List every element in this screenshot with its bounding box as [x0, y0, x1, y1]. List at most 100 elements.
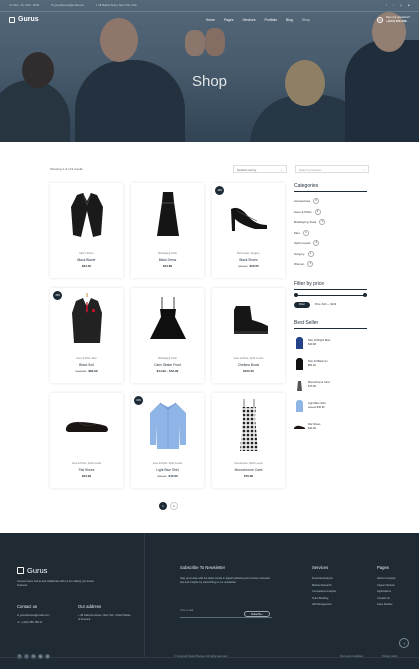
page-1-button[interactable]: 1 — [159, 502, 167, 510]
product-name[interactable]: Monochrome Cami — [212, 468, 285, 472]
facebook-icon[interactable]: f — [386, 4, 387, 7]
product-category[interactable]: Axes & Picks, Men — [50, 357, 123, 360]
category-item[interactable]: Surgery 1 — [294, 249, 369, 260]
menu-item-portfolio[interactable]: Portfolio — [265, 18, 277, 22]
facebook-icon[interactable]: f — [17, 654, 22, 659]
product-name[interactable]: Cami Skater Front — [131, 363, 204, 367]
product-card[interactable]: Accessories, Spirit Levels Monochrome Ca… — [212, 393, 285, 488]
twitter-icon[interactable]: t — [24, 654, 29, 659]
best-seller-thumb[interactable] — [294, 421, 305, 433]
product-image-flat-shoes[interactable] — [50, 393, 123, 457]
call-box[interactable]: ☏ Have Any Questions? +(123) 456-789 — [376, 16, 410, 23]
best-seller-item[interactable]: Monochrome Cami $70.99 — [294, 375, 369, 396]
product-name[interactable]: Black Blazer — [50, 258, 123, 262]
menu-item-blog[interactable]: Blog — [286, 18, 293, 22]
services-link[interactable]: Competitive Analysis — [312, 590, 336, 597]
menu-item-shop[interactable]: Shop — [302, 18, 310, 22]
logo[interactable]: Gurus — [9, 16, 39, 23]
instagram-icon[interactable]: ◎ — [400, 4, 402, 7]
product-category[interactable]: Axes & Picks, Spirit Levels — [50, 462, 123, 465]
slider-min-handle[interactable] — [294, 293, 298, 297]
instagram-icon[interactable]: ig — [38, 654, 43, 659]
best-seller-thumb[interactable] — [294, 400, 305, 412]
privacy-link[interactable]: Privacy policy — [382, 655, 398, 658]
pages-link[interactable]: About Company — [377, 577, 396, 584]
page-2-button[interactable]: 2 — [170, 502, 178, 510]
best-seller-thumb[interactable] — [294, 379, 305, 391]
product-card[interactable]: Axes & Picks, Spirit Levels Chelsea Boot… — [212, 288, 285, 383]
search-icon[interactable]: ⌕ — [363, 168, 365, 172]
scroll-to-top-button[interactable]: ↑ — [399, 638, 409, 648]
category-name[interactable]: Axes & Picks — [294, 210, 312, 214]
slider-max-handle[interactable] — [363, 293, 367, 297]
linkedin-icon[interactable]: in — [31, 654, 36, 659]
price-range-slider[interactable] — [294, 293, 367, 297]
category-name[interactable]: Men — [294, 231, 300, 235]
menu-item-services[interactable]: Services — [243, 18, 256, 22]
product-name[interactable]: Light Blue Shirt — [131, 468, 204, 472]
best-seller-thumb[interactable] — [294, 358, 305, 370]
category-name[interactable]: Bricklaying Tools — [294, 220, 316, 224]
terms-link[interactable]: Term and conditions — [340, 655, 363, 658]
product-category[interactable]: Accessories, Spirit Levels — [212, 462, 285, 465]
services-link[interactable]: Financial Analysis — [312, 577, 336, 584]
youtube-icon[interactable]: ▶ — [408, 4, 410, 7]
category-item[interactable]: Women 3 — [294, 259, 369, 270]
best-seller-item[interactable]: Slim Fit Bright Blue $43.98 — [294, 333, 369, 354]
product-image-chelsea-boots[interactable] — [212, 288, 285, 352]
services-link[interactable]: HR Management — [312, 603, 336, 610]
contact-phone[interactable]: ☏ +(123) 456-789 11 — [17, 621, 42, 625]
footer-logo[interactable]: Gurus — [17, 566, 47, 575]
category-item[interactable]: Spirit Levels 5 — [294, 238, 369, 249]
product-name[interactable]: Black Suit — [50, 363, 123, 367]
category-name[interactable]: Accessories — [294, 199, 310, 203]
twitter-icon[interactable]: t — [393, 4, 394, 7]
product-category[interactable]: Axes & Picks, Spirit Levels — [131, 462, 204, 465]
category-name[interactable]: Women — [294, 262, 304, 266]
product-image-black-suit[interactable] — [50, 288, 123, 352]
product-category[interactable]: Bricklaying Tools — [131, 252, 204, 255]
category-item[interactable]: Bricklaying Tools 2 — [294, 217, 369, 228]
category-name[interactable]: Spirit Levels — [294, 241, 310, 245]
contact-email[interactable]: ✉ gurusthemes@email.com — [17, 614, 49, 618]
product-card[interactable]: -40% Bell Levels, Surgery Black Shoes $5… — [212, 183, 285, 278]
category-item[interactable]: Men 1 — [294, 228, 369, 239]
product-image-cami-skater-front[interactable] — [131, 288, 204, 352]
category-name[interactable]: Surgery — [294, 252, 305, 256]
product-image-black-shoes[interactable] — [212, 183, 285, 247]
product-category[interactable]: Bricklaying Tools — [131, 357, 204, 360]
product-image-light-blue-shirt[interactable] — [131, 393, 204, 457]
product-card[interactable]: Bricklaying Tools Cami Skater Front $14.… — [131, 288, 204, 383]
product-name[interactable]: Chelsea Boots — [212, 363, 285, 367]
best-seller-item[interactable]: Flat Shoes $34.99 — [294, 417, 369, 438]
product-name[interactable]: Black Dress — [131, 258, 204, 262]
product-card[interactable]: -35% Axes & Picks, Men Black Suit $125.8… — [50, 288, 123, 383]
product-card[interactable]: -54% Axes & Picks, Spirit Levels Light B… — [131, 393, 204, 488]
sort-select[interactable]: Default sorting ⌄ — [233, 165, 287, 173]
product-card[interactable]: Bricklaying Tools Black Dress $43.89 — [131, 183, 204, 278]
product-card[interactable]: Axes & Picks, Spirit Levels Flat Shoes $… — [50, 393, 123, 488]
product-name[interactable]: Flat Shoes — [50, 468, 123, 472]
menu-item-home[interactable]: Home — [206, 18, 215, 22]
menu-item-pages[interactable]: Pages — [224, 18, 234, 22]
product-search-input[interactable]: Search products... ⌕ — [295, 165, 369, 173]
product-category[interactable]: Axes & Picks, Spirit Levels — [212, 357, 285, 360]
pages-link[interactable]: Case Studies — [377, 603, 396, 610]
youtube-icon[interactable]: yt — [45, 654, 50, 659]
contact-phone-text[interactable]: +(123) 456-789 11 — [21, 621, 42, 624]
pages-link[interactable]: Applications — [377, 590, 396, 597]
category-item[interactable]: Accessories 3 — [294, 196, 369, 207]
product-name[interactable]: Black Shoes — [212, 258, 285, 262]
best-seller-item[interactable]: Slim Fit Black Co $54.00 — [294, 354, 369, 375]
topbar-email[interactable]: gurusthemes@email.com — [54, 4, 83, 7]
filter-button[interactable]: Filter — [294, 301, 310, 308]
product-image-black-blazer[interactable] — [50, 183, 123, 247]
contact-email-text[interactable]: gurusthemes@email.com — [20, 614, 49, 617]
category-item[interactable]: Axes & Picks 4 — [294, 207, 369, 218]
best-seller-thumb[interactable] — [294, 337, 305, 349]
product-card[interactable]: Men's Shoes Black Blazer $24.00 — [50, 183, 123, 278]
subscribe-button[interactable]: Subscribe › — [244, 611, 270, 617]
product-category[interactable]: Bell Levels, Surgery — [212, 252, 285, 255]
product-category[interactable]: Men's Shoes — [50, 252, 123, 255]
best-seller-item[interactable]: Light Blue Shirt $99.00 $45.99 — [294, 396, 369, 417]
